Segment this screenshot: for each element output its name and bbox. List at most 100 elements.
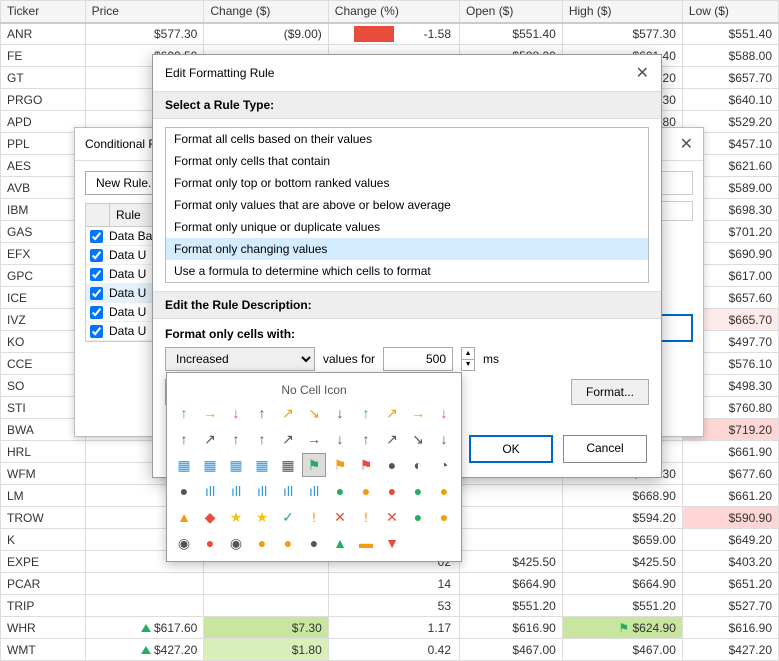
palette-icon[interactable]: ▼ xyxy=(380,531,404,555)
palette-icon[interactable]: ◉ xyxy=(172,531,196,555)
palette-icon[interactable]: ↗ xyxy=(276,401,300,425)
palette-icon[interactable]: ıll xyxy=(224,479,248,503)
palette-icon[interactable]: ▬ xyxy=(354,531,378,555)
palette-icon[interactable]: ● xyxy=(432,479,456,503)
cancel-button[interactable]: Cancel xyxy=(563,435,647,463)
rule-checkbox[interactable] xyxy=(90,287,103,300)
palette-icon[interactable]: ↑ xyxy=(250,427,274,451)
palette-icon[interactable]: ↓ xyxy=(432,427,456,451)
table-row[interactable]: WHR $617.60$7.301.17$616.90⚑ $624.90$616… xyxy=(1,617,779,639)
column-header[interactable]: Ticker xyxy=(1,1,86,23)
palette-icon[interactable]: ↓ xyxy=(328,401,352,425)
table-row[interactable]: ANR$577.30($9.00)-1.58$551.40$577.30$551… xyxy=(1,23,779,45)
palette-icon[interactable]: ● xyxy=(276,531,300,555)
rule-type-item[interactable]: Format only unique or duplicate values xyxy=(166,216,648,238)
format-cells-with-label: Format only cells with: xyxy=(165,327,649,341)
palette-icon[interactable]: ıll xyxy=(276,479,300,503)
rule-type-item[interactable]: Format only values that are above or bel… xyxy=(166,194,648,216)
palette-icon[interactable]: → xyxy=(302,427,326,451)
column-header[interactable]: Change ($) xyxy=(204,1,328,23)
format-button[interactable]: Format... xyxy=(571,379,649,405)
palette-icon[interactable]: ▦ xyxy=(250,453,274,477)
palette-icon[interactable]: ↑ xyxy=(172,401,196,425)
palette-icon[interactable]: ★ xyxy=(224,505,248,529)
rule-checkbox[interactable] xyxy=(90,230,103,243)
rule-type-item[interactable]: Format only cells that contain xyxy=(166,150,648,172)
column-header[interactable]: Change (%) xyxy=(328,1,459,23)
palette-icon[interactable]: ↑ xyxy=(354,401,378,425)
palette-icon[interactable]: ↓ xyxy=(224,401,248,425)
palette-icon[interactable]: ↘ xyxy=(302,401,326,425)
palette-icon[interactable]: ▲ xyxy=(172,505,196,529)
no-cell-icon-option[interactable]: No Cell Icon xyxy=(173,379,455,401)
palette-icon[interactable]: ▦ xyxy=(276,453,300,477)
rule-type-list: Format all cells based on their valuesFo… xyxy=(165,127,649,283)
palette-icon[interactable]: ↑ xyxy=(354,427,378,451)
close-icon[interactable]: ✕ xyxy=(680,134,693,154)
palette-icon[interactable]: ↘ xyxy=(406,427,430,451)
palette-icon[interactable]: → xyxy=(198,401,222,425)
palette-icon[interactable]: → xyxy=(406,401,430,425)
rule-type-item[interactable]: Format only changing values xyxy=(166,238,648,260)
palette-icon[interactable]: ↑ xyxy=(172,427,196,451)
ok-button[interactable]: OK xyxy=(469,435,553,463)
palette-icon[interactable]: ⚑ xyxy=(302,453,326,477)
palette-icon[interactable]: ● xyxy=(380,479,404,503)
palette-icon[interactable]: ● xyxy=(328,479,352,503)
palette-icon[interactable]: ! xyxy=(302,505,326,529)
palette-icon[interactable]: ● xyxy=(406,505,430,529)
palette-icon[interactable]: ▦ xyxy=(172,453,196,477)
column-header[interactable]: Low ($) xyxy=(682,1,778,23)
direction-select[interactable]: Increased xyxy=(165,347,315,371)
palette-icon[interactable]: ◔ xyxy=(432,453,456,477)
column-header[interactable]: Open ($) xyxy=(460,1,563,23)
rule-type-item[interactable]: Use a formula to determine which cells t… xyxy=(166,260,648,282)
palette-icon[interactable]: ıll xyxy=(198,479,222,503)
palette-icon[interactable]: ● xyxy=(432,505,456,529)
palette-icon[interactable]: ● xyxy=(354,479,378,503)
palette-icon[interactable]: ⚑ xyxy=(354,453,378,477)
rule-checkbox[interactable] xyxy=(90,268,103,281)
palette-icon[interactable]: ↗ xyxy=(380,427,404,451)
duration-input[interactable] xyxy=(383,347,453,371)
palette-icon[interactable]: ● xyxy=(406,479,430,503)
palette-icon[interactable]: ✓ xyxy=(276,505,300,529)
palette-icon[interactable]: ıll xyxy=(250,479,274,503)
palette-icon[interactable]: ✕ xyxy=(380,505,404,529)
palette-icon[interactable]: ↗ xyxy=(380,401,404,425)
rule-type-item[interactable]: Format all cells based on their values xyxy=(166,128,648,150)
palette-icon[interactable]: ! xyxy=(354,505,378,529)
rule-checkbox[interactable] xyxy=(90,249,103,262)
palette-icon[interactable]: ↑ xyxy=(224,427,248,451)
palette-icon[interactable]: ▲ xyxy=(328,531,352,555)
palette-icon[interactable]: ★ xyxy=(250,505,274,529)
duration-spinner[interactable]: ▲▼ xyxy=(461,347,475,371)
palette-icon[interactable]: ◆ xyxy=(198,505,222,529)
palette-icon[interactable]: ▦ xyxy=(198,453,222,477)
table-row[interactable]: PCAR14$664.90$664.90$651.20 xyxy=(1,573,779,595)
palette-icon[interactable]: ● xyxy=(198,531,222,555)
rule-checkbox[interactable] xyxy=(90,306,103,319)
palette-icon[interactable]: ◉ xyxy=(224,531,248,555)
palette-icon[interactable]: ↓ xyxy=(432,401,456,425)
palette-icon[interactable]: ◐ xyxy=(406,453,430,477)
palette-icon[interactable]: ⚑ xyxy=(328,453,352,477)
palette-icon[interactable]: ↑ xyxy=(250,401,274,425)
palette-icon[interactable]: ↗ xyxy=(276,427,300,451)
column-header[interactable]: Price xyxy=(85,1,204,23)
palette-icon[interactable]: ● xyxy=(172,479,196,503)
palette-icon[interactable]: ▦ xyxy=(224,453,248,477)
palette-icon[interactable]: ✕ xyxy=(328,505,352,529)
palette-icon[interactable]: ıll xyxy=(302,479,326,503)
palette-icon[interactable]: ↓ xyxy=(328,427,352,451)
close-icon[interactable]: ✕ xyxy=(636,63,649,83)
palette-icon[interactable]: ● xyxy=(380,453,404,477)
table-row[interactable]: WMT $427.20$1.800.42$467.00$467.00$427.2… xyxy=(1,639,779,661)
palette-icon[interactable]: ↗ xyxy=(198,427,222,451)
table-row[interactable]: TRIP53$551.20$551.20$527.70 xyxy=(1,595,779,617)
rule-type-item[interactable]: Format only top or bottom ranked values xyxy=(166,172,648,194)
palette-icon[interactable]: ● xyxy=(302,531,326,555)
column-header[interactable]: High ($) xyxy=(562,1,682,23)
palette-icon[interactable]: ● xyxy=(250,531,274,555)
rule-checkbox[interactable] xyxy=(90,325,103,338)
